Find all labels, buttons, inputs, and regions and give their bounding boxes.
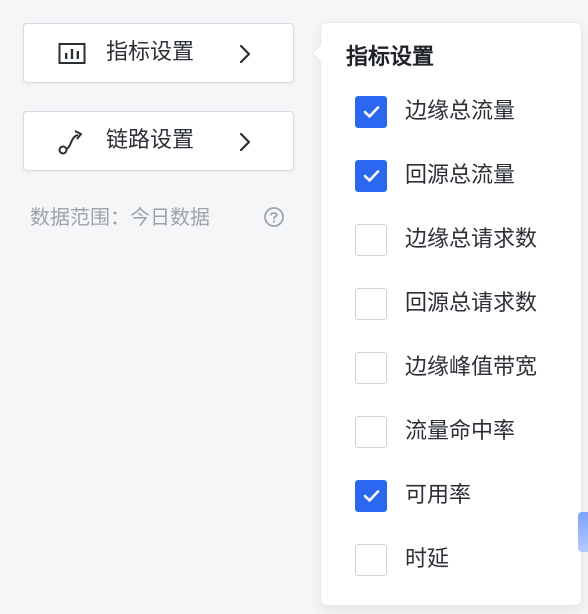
popover-title: 指标设置 [346,45,435,70]
check-icon [363,170,380,182]
route-icon [58,130,82,155]
option-label: 边缘峰值带宽 [405,355,538,380]
bar-chart-icon [58,43,86,64]
chevron-right-icon [239,132,251,152]
metrics-settings-button[interactable]: 指标设置 [23,23,294,83]
option-label: 边缘总流量 [405,99,516,124]
check-icon [363,490,380,502]
checkbox[interactable] [355,544,387,576]
decorative-graphic [578,512,588,552]
option-label: 可用率 [405,483,472,508]
checkbox[interactable] [355,224,387,256]
help-icon[interactable] [263,206,285,228]
checkbox[interactable] [355,416,387,448]
checkbox[interactable] [355,288,387,320]
checkbox[interactable] [355,352,387,384]
data-range-text: 数据范围：今日数据 [30,205,210,229]
option-origin-total-requests[interactable]: 回源总请求数 [355,288,575,322]
checkbox[interactable] [355,160,387,192]
checkbox[interactable] [355,96,387,128]
option-label: 边缘总请求数 [405,227,538,252]
left-panel: 指标设置 链路设置 数据范围：今日数据 [0,0,320,614]
option-label: 流量命中率 [405,419,516,444]
option-latency[interactable]: 时延 [355,544,575,578]
metrics-settings-label: 指标设置 [106,40,195,65]
check-icon [363,106,380,118]
link-settings-label: 链路设置 [106,128,195,153]
option-edge-peak-bandwidth[interactable]: 边缘峰值带宽 [355,352,575,386]
option-label: 回源总流量 [405,163,516,188]
option-availability[interactable]: 可用率 [355,480,575,514]
option-label: 回源总请求数 [405,291,538,316]
option-edge-total-traffic[interactable]: 边缘总流量 [355,96,575,130]
link-settings-button[interactable]: 链路设置 [23,111,294,171]
option-traffic-hit-rate[interactable]: 流量命中率 [355,416,575,450]
option-origin-total-traffic[interactable]: 回源总流量 [355,160,575,194]
option-edge-total-requests[interactable]: 边缘总请求数 [355,224,575,258]
metrics-settings-popover: 指标设置 边缘总流量 回源总流量 边缘总请求数 回源总请求数 边缘峰值带宽 流量… [311,22,582,606]
chevron-right-icon [239,44,251,64]
option-label: 时延 [405,547,450,572]
checkbox[interactable] [355,480,387,512]
